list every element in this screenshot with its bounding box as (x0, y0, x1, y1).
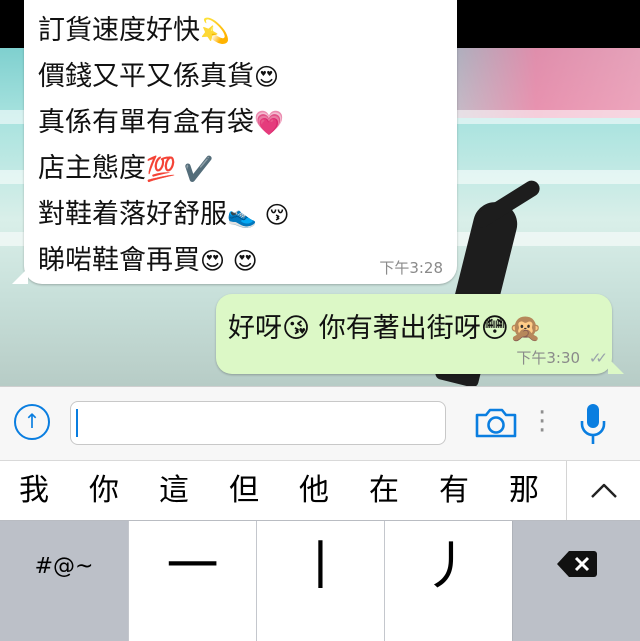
emoji: 😍 (254, 63, 280, 91)
emoji: 😍 😍 (200, 247, 258, 275)
backspace-icon (557, 551, 597, 577)
emoji: 💫 (200, 17, 230, 45)
candidate-word[interactable]: 他 (284, 461, 344, 521)
incoming-message-bubble[interactable]: 訂貨速度好快💫 價錢又平又係真貨😍 真係有單有盒有袋💗 店主態度💯 ✔️ 對鞋着… (12, 0, 457, 284)
message-timestamp: 下午3:28 (379, 259, 443, 277)
camera-icon[interactable] (474, 407, 518, 439)
microphone-icon[interactable] (578, 401, 608, 447)
stroke-key-horizontal[interactable]: 一 (128, 521, 256, 641)
emoji: 💯 ✔️ (146, 155, 214, 183)
emoji: 👟 😚 (227, 201, 290, 229)
message-line: 價錢又平又係真貨😍 (38, 61, 280, 92)
delete-key[interactable] (512, 521, 640, 641)
message-line: 店主態度💯 ✔️ (38, 153, 214, 184)
stroke-key-vertical[interactable]: 丨 (256, 521, 384, 641)
double-check-icon: ✓✓ (588, 349, 608, 367)
message-input-bar: ↑ · · · (0, 386, 640, 461)
emoji: 💗 (254, 109, 284, 137)
outgoing-message-text: 好呀😘 你有著出街呀😳🙊 (228, 313, 543, 344)
candidate-word[interactable]: 你 (74, 461, 134, 521)
message-line: 睇啱鞋會再買😍 😍 (38, 245, 258, 276)
candidate-word[interactable]: 這 (144, 461, 204, 521)
candidate-word[interactable]: 有 (424, 461, 484, 521)
candidate-word[interactable]: 在 (354, 461, 414, 521)
bubble-tail (12, 268, 28, 284)
upload-arrow-icon[interactable]: ↑ (14, 404, 50, 440)
message-line: 訂貨速度好快💫 (38, 15, 230, 46)
bubble-tail (608, 358, 624, 374)
message-line: 真係有單有盒有袋💗 (38, 107, 284, 138)
message-input[interactable] (70, 401, 446, 445)
candidate-bar: 我 你 這 但 他 在 有 那 (0, 460, 640, 521)
chat-background: 訂貨速度好快💫 價錢又平又係真貨😍 真係有單有盒有袋💗 店主態度💯 ✔️ 對鞋着… (0, 0, 640, 386)
candidate-word[interactable]: 那 (494, 461, 554, 521)
incoming-message-lines: 訂貨速度好快💫 價錢又平又係真貨😍 真係有單有盒有袋💗 店主態度💯 ✔️ 對鞋着… (38, 8, 290, 284)
candidate-word[interactable]: 我 (4, 461, 64, 521)
outgoing-message-bubble[interactable]: 好呀😘 你有著出街呀😳🙊 下午3:30 ✓✓ (216, 294, 624, 374)
message-timestamp: 下午3:30 (516, 349, 581, 367)
outgoing-message-meta: 下午3:30 ✓✓ (516, 347, 608, 368)
stroke-keyboard: #@~ 一 丨 丿 (0, 520, 640, 641)
candidate-word[interactable]: 但 (214, 461, 274, 521)
stroke-key-falling-left[interactable]: 丿 (384, 521, 512, 641)
chevron-up-icon (591, 483, 617, 498)
expand-candidates-button[interactable] (566, 461, 640, 521)
text-caret (76, 409, 78, 437)
symbols-key[interactable]: #@~ (0, 521, 128, 641)
message-line: 對鞋着落好舒服👟 😚 (38, 199, 290, 230)
vertical-dots-icon[interactable]: · · · (538, 400, 546, 444)
